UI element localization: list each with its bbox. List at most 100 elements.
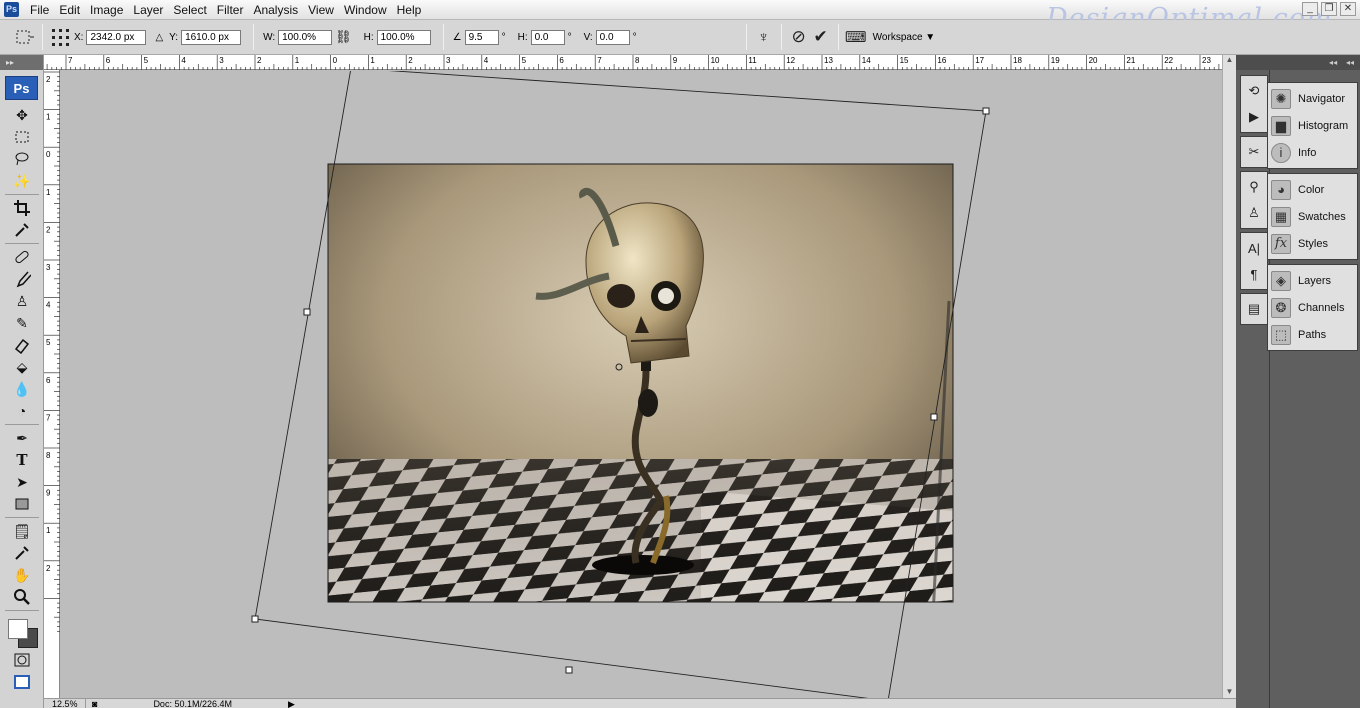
- ruler-label: 23: [1202, 56, 1211, 65]
- link-icon[interactable]: ⛓: [335, 29, 352, 45]
- warp-mode-icon[interactable]: ♆: [753, 26, 775, 48]
- healing-brush-tool-icon[interactable]: [0, 246, 44, 268]
- status-arrow-icon[interactable]: ▶: [288, 699, 295, 708]
- marquee-tool-icon[interactable]: [0, 126, 44, 148]
- paint-bucket-tool-icon[interactable]: ⬙: [0, 356, 44, 378]
- transform-handle-top-right[interactable]: [982, 107, 990, 115]
- vertical-skew-input[interactable]: [595, 29, 630, 45]
- vertical-ruler[interactable]: 2 1 0 1 2 3 4 5 6 7 8 9 1 2: [44, 70, 60, 698]
- horizontal-skew-input[interactable]: [530, 29, 565, 45]
- scroll-down-arrow-icon[interactable]: ▼: [1223, 687, 1236, 696]
- histogram-panel-tab[interactable]: ▆ Histogram: [1268, 112, 1357, 139]
- menu-select[interactable]: Select: [168, 0, 211, 20]
- restore-button[interactable]: ❐: [1321, 2, 1337, 16]
- width-input[interactable]: [278, 29, 333, 45]
- history-brush-tool-icon[interactable]: ✎: [0, 312, 44, 334]
- cancel-transform-icon[interactable]: ⊘: [788, 26, 810, 48]
- type-tool-icon[interactable]: T: [0, 449, 44, 471]
- dodge-tool-icon[interactable]: ◔: [0, 400, 44, 422]
- clone-source-panel-icon[interactable]: ♙: [1241, 200, 1267, 226]
- eraser-tool-icon[interactable]: [0, 334, 44, 356]
- paths-panel-tab[interactable]: ⬚ Paths: [1268, 321, 1357, 348]
- scroll-up-arrow-icon[interactable]: ▲: [1223, 55, 1236, 67]
- hskew-unit: °: [567, 31, 572, 43]
- move-tool-icon[interactable]: ✥: [0, 104, 44, 126]
- menu-help[interactable]: Help: [392, 0, 427, 20]
- menu-view[interactable]: View: [303, 0, 339, 20]
- zoom-tool-icon[interactable]: [0, 586, 44, 608]
- blur-tool-icon[interactable]: 💧: [0, 378, 44, 400]
- menu-image[interactable]: Image: [85, 0, 128, 20]
- rotate-angle-input[interactable]: [464, 29, 499, 45]
- swatches-panel-tab[interactable]: ▦ Swatches: [1268, 203, 1357, 230]
- ruler-label: 9: [673, 56, 678, 65]
- eyedropper-sample-tool-icon[interactable]: [0, 542, 44, 564]
- reference-point-icon[interactable]: [49, 26, 71, 48]
- layer-comps-panel-icon[interactable]: ▤: [1241, 296, 1267, 322]
- bridge-icon[interactable]: ⌨: [845, 26, 867, 48]
- eyedropper-tool-icon[interactable]: [0, 219, 44, 241]
- quick-mask-icon[interactable]: [0, 649, 44, 671]
- crop-tool-icon[interactable]: [0, 197, 44, 219]
- ps-badge-icon[interactable]: Ps: [5, 76, 38, 100]
- foreground-color-swatch[interactable]: [8, 619, 28, 639]
- navigator-icon: ✺: [1271, 88, 1291, 109]
- rectangle-tool-icon[interactable]: [0, 493, 44, 515]
- transform-handle-bottom-left[interactable]: [251, 615, 259, 623]
- workspace-dropdown[interactable]: Workspace ▼: [867, 32, 942, 43]
- menu-filter[interactable]: Filter: [212, 0, 249, 20]
- ruler-label: 2: [46, 75, 51, 84]
- path-selection-tool-icon[interactable]: ➤: [0, 471, 44, 493]
- styles-panel-tab[interactable]: fx Styles: [1268, 230, 1357, 257]
- height-input[interactable]: [376, 29, 431, 45]
- layers-panel-tab[interactable]: ◈ Layers: [1268, 267, 1357, 294]
- hand-tool-icon[interactable]: ✋: [0, 564, 44, 586]
- tool-presets-panel-icon[interactable]: ✂: [1241, 139, 1267, 165]
- ruler-label: 5: [46, 338, 51, 347]
- pen-tool-icon[interactable]: ✒: [0, 427, 44, 449]
- menu-layer[interactable]: Layer: [128, 0, 168, 20]
- clone-stamp-tool-icon[interactable]: ♙: [0, 290, 44, 312]
- transform-tool-preset-icon[interactable]: [14, 26, 36, 48]
- brushes-panel-icon[interactable]: ⚲: [1241, 174, 1267, 200]
- ruler-label: 2: [408, 56, 413, 65]
- minimize-button[interactable]: _: [1302, 2, 1318, 16]
- paragraph-panel-icon[interactable]: ¶: [1241, 261, 1267, 287]
- ruler-label: 21: [1126, 56, 1135, 65]
- zoom-level[interactable]: 12.5%: [44, 698, 86, 708]
- canvas-area[interactable]: [61, 71, 1222, 698]
- horizontal-ruler[interactable]: 7 6 5 4 3 2 1 0 1 2 3 4 5 6 7 8 9 10 11 12 13 14 15 16 17 18 19 20 2…: [44, 55, 1222, 70]
- brush-tool-icon[interactable]: [0, 268, 44, 290]
- menu-window[interactable]: Window: [339, 0, 392, 20]
- y-position-input[interactable]: [181, 29, 242, 45]
- transform-handle-right-middle[interactable]: [930, 413, 938, 421]
- x-position-input[interactable]: [86, 29, 147, 45]
- ruler-label: 4: [46, 301, 51, 310]
- ruler-label: 17: [975, 56, 984, 65]
- ruler-label: 19: [1051, 56, 1060, 65]
- dock-collapse-icon[interactable]: ◂◂ ◂◂: [1236, 55, 1360, 70]
- color-swatches[interactable]: [0, 613, 44, 649]
- ruler-label: 9: [46, 489, 51, 498]
- commit-transform-icon[interactable]: ✔: [810, 26, 832, 48]
- lasso-tool-icon[interactable]: [0, 148, 44, 170]
- history-panel-icon[interactable]: ⟲: [1241, 78, 1267, 104]
- notes-tool-icon[interactable]: 🗒: [0, 520, 44, 542]
- menu-edit[interactable]: Edit: [54, 0, 85, 20]
- info-panel-tab[interactable]: i Info: [1268, 139, 1357, 166]
- transform-handle-bottom-middle[interactable]: [565, 666, 573, 674]
- actions-panel-icon[interactable]: ▶: [1241, 104, 1267, 130]
- screen-mode-icon[interactable]: [0, 671, 44, 693]
- menu-file[interactable]: File: [25, 0, 54, 20]
- navigator-panel-tab[interactable]: ✺ Navigator: [1268, 85, 1357, 112]
- toolbox-collapse-icon[interactable]: ▸▸: [0, 55, 43, 70]
- ruler-label: 2: [46, 564, 51, 573]
- close-button[interactable]: ✕: [1340, 2, 1356, 16]
- vertical-scrollbar[interactable]: ▲ ▼: [1222, 55, 1236, 698]
- magic-wand-tool-icon[interactable]: ✨: [0, 170, 44, 192]
- color-panel-tab[interactable]: ◕ Color: [1268, 176, 1357, 203]
- character-panel-icon[interactable]: A|: [1241, 235, 1267, 261]
- menu-analysis[interactable]: Analysis: [248, 0, 303, 20]
- channels-panel-tab[interactable]: ❂ Channels: [1268, 294, 1357, 321]
- transform-handle-left-middle[interactable]: [303, 308, 311, 316]
